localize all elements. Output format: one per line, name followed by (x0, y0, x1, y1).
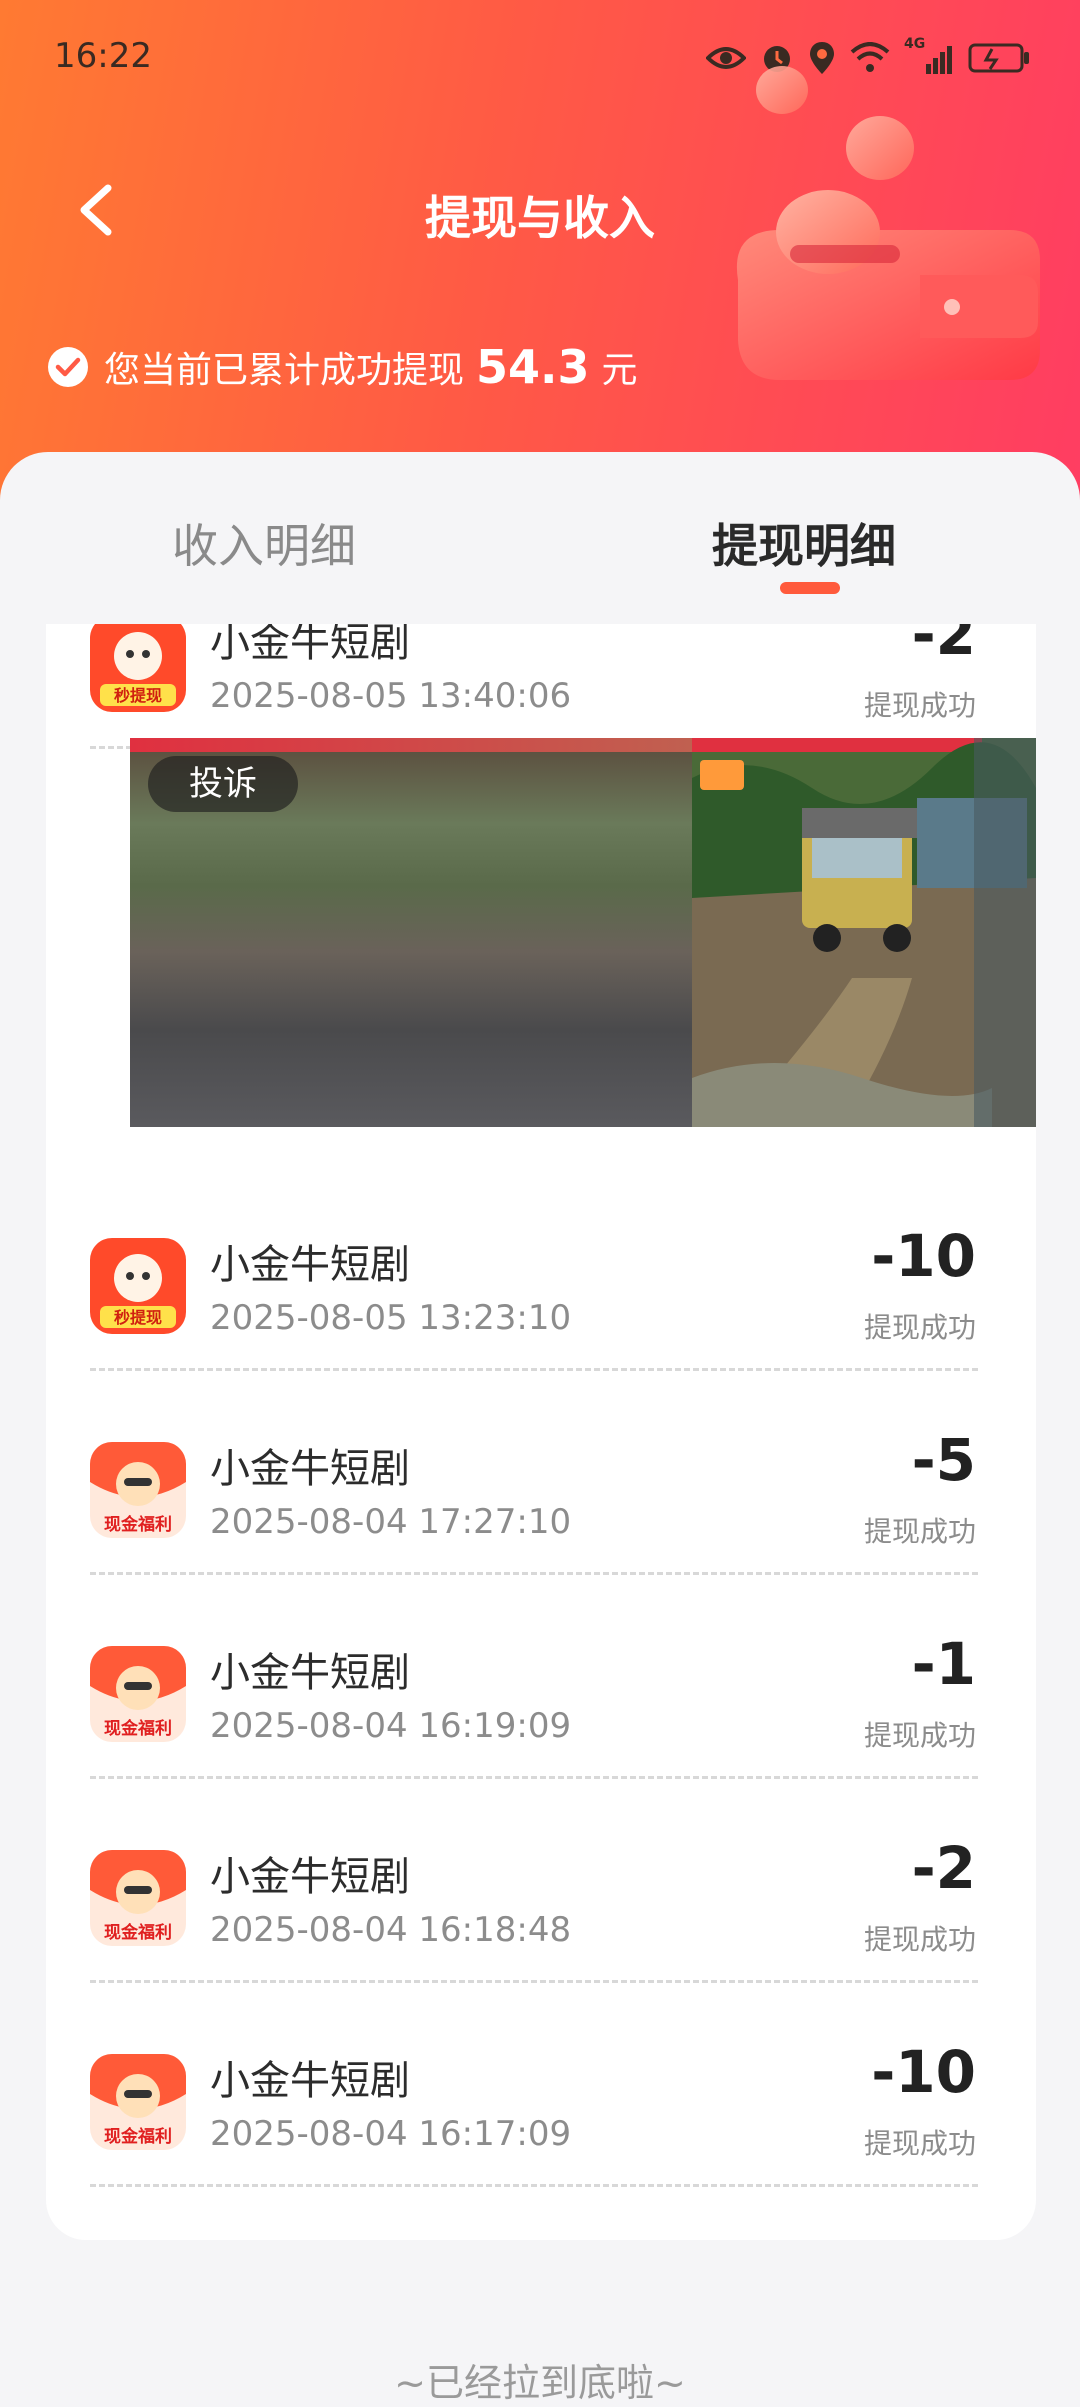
record-status: 提现成功 (863, 1923, 976, 1956)
summary-prefix: 您当前已累计成功提现 (104, 350, 465, 391)
xianjin-fuli-icon: 现金福利 (90, 1442, 186, 1538)
record-amount: -10 (871, 2038, 976, 2106)
xianjin-fuli-icon: 现金福利 (90, 2054, 186, 2150)
svg-text:现金福利: 现金福利 (104, 1514, 172, 1535)
record-amount: -10 (871, 1222, 976, 1290)
row-divider (90, 1980, 978, 1983)
record-time: 2025-08-05 13:23:10 (210, 1298, 572, 1338)
record-time: 2025-08-04 16:19:09 (210, 1706, 572, 1746)
kuai-tixian-icon: 秒提现 (90, 1238, 186, 1334)
record-status: 提现成功 (863, 1515, 976, 1548)
end-of-list-note: ~已经拉到底啦~ (394, 2361, 686, 2405)
row-divider (90, 1572, 978, 1575)
status-time: 16:22 (54, 36, 152, 76)
record-app-name: 小金牛短剧 (210, 1446, 410, 1492)
record-app-name: 小金牛短剧 (210, 624, 410, 666)
list-item[interactable]: 现金福利 小金牛短剧 2025-08-04 16:18:48 -2 提现成功 (46, 1798, 1036, 2002)
svg-text:秒提现: 秒提现 (114, 686, 162, 705)
record-time: 2025-08-04 16:17:09 (210, 2114, 572, 2154)
header: 16:22 4G 提现与收入 您当前已累计成功提现 54.3 元 (0, 0, 1080, 520)
record-amount: -5 (911, 1426, 976, 1494)
check-circle-icon (48, 347, 88, 387)
tab-income-details[interactable]: 收入明细 (172, 510, 356, 576)
record-status: 提现成功 (863, 1311, 976, 1344)
complain-button[interactable]: 投诉 (148, 756, 298, 812)
row-divider (90, 1368, 978, 1371)
xianjin-fuli-icon: 现金福利 (90, 1646, 186, 1742)
withdraw-record-list[interactable]: 秒提现 小金牛短剧 2025-08-05 13:40:06 -2 提现成功 投诉… (46, 624, 1036, 2240)
record-status: 提现成功 (863, 1719, 976, 1752)
list-item[interactable]: 现金福利 小金牛短剧 2025-08-04 16:19:09 -1 提现成功 (46, 1594, 1036, 1798)
record-amount: -2 (911, 1834, 976, 1902)
tab-active-indicator (780, 582, 840, 594)
row-divider (90, 1776, 978, 1779)
list-item[interactable]: 秒提现 小金牛短剧 2025-08-05 13:23:10 -10 提现成功 (46, 1186, 1036, 1390)
record-app-name: 小金牛短剧 (210, 1854, 410, 1900)
list-item[interactable]: 现金福利 小金牛短剧 2025-08-04 17:27:10 -5 提现成功 (46, 1390, 1036, 1594)
summary-unit: 元 (601, 350, 638, 391)
record-app-name: 小金牛短剧 (210, 2058, 410, 2104)
svg-text:现金福利: 现金福利 (104, 1718, 172, 1739)
wallet-coins-illustration (736, 66, 1040, 380)
row-divider (90, 2184, 978, 2187)
record-status: 提现成功 (863, 689, 976, 722)
content-panel: 收入明细 提现明细 秒提现 小金牛短剧 2025-08-05 13:40:06 … (0, 452, 1080, 2388)
xianjin-fuli-icon: 现金福利 (90, 1850, 186, 1946)
summary-amount: 54.3 (476, 340, 590, 394)
svg-text:现金福利: 现金福利 (104, 2126, 172, 2147)
record-time: 2025-08-05 13:40:06 (210, 676, 572, 716)
svg-text:秒提现: 秒提现 (114, 1308, 162, 1327)
ad-top-stripe (130, 738, 692, 752)
ad-truck-image (692, 738, 1036, 1127)
withdraw-summary: 您当前已累计成功提现 54.3 元 (46, 340, 638, 394)
kuai-tixian-icon: 秒提现 (90, 624, 186, 712)
record-amount: -2 (911, 624, 976, 668)
record-status: 提现成功 (863, 2127, 976, 2160)
record-app-name: 小金牛短剧 (210, 1242, 410, 1288)
record-time: 2025-08-04 16:18:48 (210, 1910, 572, 1950)
list-item[interactable]: 现金福利 小金牛短剧 2025-08-04 16:17:09 -10 提现成功 (46, 2002, 1036, 2206)
ad-banner[interactable]: 投诉 (130, 738, 1036, 1127)
svg-text:现金福利: 现金福利 (104, 1922, 172, 1943)
record-time: 2025-08-04 17:27:10 (210, 1502, 572, 1542)
record-amount: -1 (911, 1630, 976, 1698)
tab-bar: 收入明细 提现明细 (0, 452, 1080, 624)
tab-withdraw-details[interactable]: 提现明细 (712, 510, 896, 576)
record-app-name: 小金牛短剧 (210, 1650, 410, 1696)
